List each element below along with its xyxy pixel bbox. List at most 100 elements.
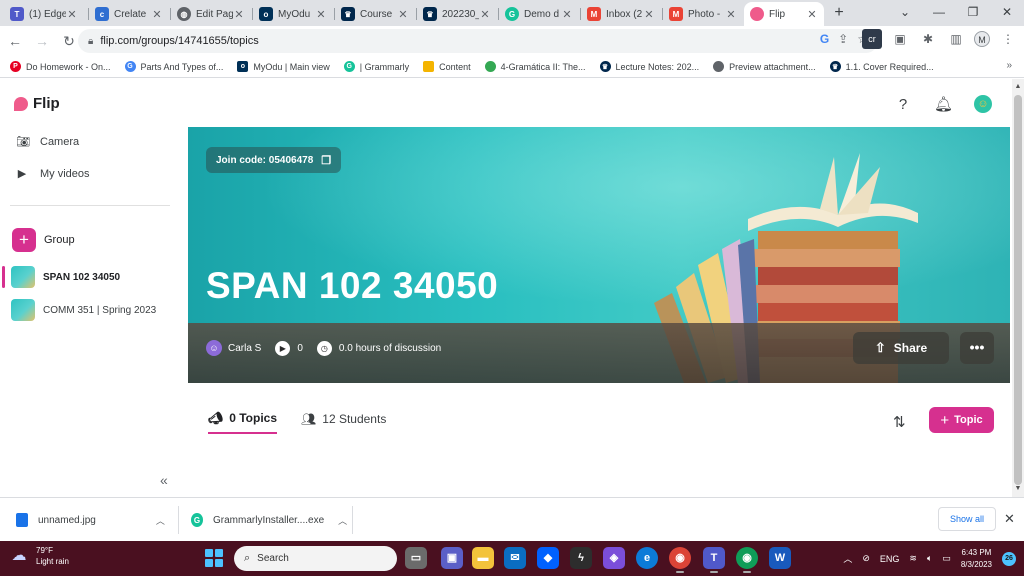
copy-icon[interactable]: ❐ bbox=[321, 154, 331, 167]
close-download-bar-icon[interactable]: ✕ bbox=[1004, 511, 1015, 527]
help-icon[interactable]: ? bbox=[894, 96, 912, 113]
browser-tab[interactable]: o MyOdu ✕ bbox=[253, 2, 333, 26]
clock[interactable]: 6:43 PM 8/3/2023 bbox=[961, 547, 992, 571]
forward-icon[interactable]: → bbox=[30, 29, 54, 53]
teams-chat-icon[interactable]: ▣ bbox=[441, 547, 463, 569]
sidebar-group-comm-351[interactable]: COMM 351 | Spring 2023 bbox=[0, 296, 180, 324]
restore-icon[interactable]: ❐ bbox=[956, 0, 990, 26]
bookmark-item[interactable]: 4-Gramática II: The... bbox=[484, 61, 586, 72]
google-lens-icon[interactable]: G bbox=[820, 32, 829, 46]
add-topic-button[interactable]: + Topic bbox=[929, 407, 994, 433]
windows-start-icon[interactable] bbox=[205, 549, 223, 567]
close-icon[interactable]: ✕ bbox=[233, 8, 245, 21]
sidebar-item-camera[interactable]: 📷︎ Camera bbox=[16, 136, 79, 148]
close-icon[interactable]: ✕ bbox=[479, 8, 491, 21]
mail-icon[interactable]: ✉ bbox=[504, 547, 526, 569]
sidebar-group-span-102[interactable]: SPAN 102 34050 bbox=[0, 263, 180, 291]
close-window-icon[interactable]: ✕ bbox=[990, 0, 1024, 26]
chrome-profile-icon[interactable]: ◉ bbox=[736, 547, 758, 573]
download-item[interactable]: unnamed.jpg ︿ bbox=[16, 507, 165, 533]
back-icon[interactable]: ← bbox=[3, 29, 27, 53]
language-indicator[interactable]: ENG bbox=[880, 554, 900, 564]
bookmark-item[interactable]: P Do Homework - On... bbox=[10, 61, 111, 72]
browser-tab[interactable]: ♛ 202230_ ✕ bbox=[417, 2, 497, 26]
puzzle-icon[interactable]: ✱ bbox=[918, 29, 938, 49]
close-icon[interactable]: ✕ bbox=[561, 8, 573, 21]
share-button[interactable]: ⇧ Share bbox=[853, 332, 949, 364]
bookmark-item[interactable]: G | Grammarly bbox=[343, 61, 409, 72]
bookmarks-overflow-icon[interactable]: » bbox=[1006, 60, 1012, 71]
browser-tab[interactable]: G Demo d ✕ bbox=[499, 2, 579, 26]
flip-logo[interactable]: Flip bbox=[14, 95, 60, 112]
user-avatar[interactable]: ☺ bbox=[974, 95, 992, 113]
extension-icon[interactable]: ▣ bbox=[890, 29, 910, 49]
tab-students[interactable]: 👥︎ 12 Students bbox=[301, 411, 386, 434]
tab-topics[interactable]: 📣︎ 0 Topics bbox=[208, 411, 278, 434]
browser-tab[interactable]: c Crelate ✕ bbox=[89, 2, 169, 26]
weather-widget[interactable]: ☁︎ 79°F Light rain bbox=[8, 545, 69, 567]
bookmark-item[interactable]: o MyOdu | Main view bbox=[237, 61, 330, 72]
dropbox-icon[interactable]: ◆ bbox=[537, 547, 559, 569]
close-icon[interactable]: ✕ bbox=[725, 8, 737, 21]
task-view-icon[interactable]: ▭ bbox=[405, 547, 427, 569]
page-scrollbar[interactable]: ▲ ▼ bbox=[1012, 79, 1024, 497]
network-error-icon[interactable]: ⊘ bbox=[862, 553, 870, 564]
file-explorer-icon[interactable]: ▬ bbox=[472, 547, 494, 569]
scrollbar-thumb[interactable] bbox=[1014, 95, 1022, 485]
copilot-icon[interactable]: ◈ bbox=[603, 547, 625, 569]
chrome-icon[interactable]: ◉ bbox=[669, 547, 691, 573]
close-icon[interactable]: ✕ bbox=[397, 8, 409, 21]
bookmark-item[interactable]: Content bbox=[423, 61, 471, 72]
join-code-text: Join code: 05406478 bbox=[216, 154, 314, 166]
browser-tab-active[interactable]: Flip ✕ bbox=[744, 2, 824, 26]
scroll-up-icon[interactable]: ▲ bbox=[1012, 81, 1024, 93]
bookmark-item[interactable]: ♛ Lecture Notes: 202... bbox=[599, 61, 699, 72]
new-tab-button[interactable]: + bbox=[830, 4, 848, 22]
scroll-down-icon[interactable]: ▼ bbox=[1012, 483, 1024, 495]
minimize-icon[interactable]: — bbox=[922, 0, 956, 26]
profile-avatar[interactable]: M bbox=[974, 31, 990, 47]
edge-icon[interactable]: e bbox=[636, 547, 658, 569]
close-icon[interactable]: ✕ bbox=[806, 8, 818, 21]
more-options-button[interactable]: ••• bbox=[960, 332, 994, 364]
menu-kebab-icon[interactable]: ⋮ bbox=[998, 29, 1018, 49]
browser-tab[interactable]: M Photo - ✕ bbox=[663, 2, 743, 26]
tab-search-icon[interactable]: ⌄ bbox=[888, 0, 922, 26]
close-icon[interactable]: ✕ bbox=[315, 8, 327, 21]
browser-tab[interactable]: M Inbox (2 ✕ bbox=[581, 2, 661, 26]
battery-icon[interactable]: ▭ bbox=[942, 553, 951, 564]
join-code-badge[interactable]: Join code: 05406478 ❐ bbox=[206, 147, 342, 173]
wifi-icon[interactable]: ≋ bbox=[909, 553, 917, 564]
notification-badge[interactable]: 26 bbox=[1002, 551, 1016, 566]
sidepanel-icon[interactable]: ▥ bbox=[946, 29, 966, 49]
crelate-extension-icon[interactable]: cr bbox=[862, 29, 882, 49]
show-all-downloads-button[interactable]: Show all bbox=[938, 507, 996, 531]
taskbar-search-input[interactable]: ⌕ Search bbox=[234, 546, 397, 571]
add-group-button[interactable]: + Group bbox=[12, 228, 75, 252]
lock-icon[interactable]: 🔒︎ bbox=[88, 36, 93, 47]
teams-icon[interactable]: T bbox=[703, 547, 725, 573]
close-icon[interactable]: ✕ bbox=[66, 8, 78, 21]
stylus-app-icon[interactable]: ϟ bbox=[570, 547, 592, 569]
chevron-up-icon[interactable]: ︿ bbox=[843, 552, 852, 565]
bell-icon[interactable]: 🔔︎ bbox=[934, 95, 953, 113]
browser-tab[interactable]: ♛ Course ✕ bbox=[335, 2, 415, 26]
bookmark-item[interactable]: Preview attachment... bbox=[713, 61, 816, 72]
close-icon[interactable]: ✕ bbox=[643, 8, 655, 21]
browser-tab[interactable]: ◍ Edit Pag ✕ bbox=[171, 2, 251, 26]
volume-icon[interactable]: 🔈︎ bbox=[927, 553, 932, 564]
bookmark-item[interactable]: ♛ 1.1. Cover Required... bbox=[829, 61, 934, 72]
download-item[interactable]: G GrammarlyInstaller....exe ︿ bbox=[191, 507, 347, 533]
chevron-up-icon[interactable]: ︿ bbox=[338, 514, 347, 527]
chevron-up-icon[interactable]: ︿ bbox=[156, 514, 165, 527]
bookmark-item[interactable]: G Parts And Types of... bbox=[124, 61, 223, 72]
address-bar[interactable]: 🔒︎ flip.com/groups/14741655/topics G ⇪ ☆ bbox=[78, 29, 878, 53]
browser-tab[interactable]: T (1) Edge ✕ bbox=[4, 2, 84, 26]
close-icon[interactable]: ✕ bbox=[151, 8, 163, 21]
word-icon[interactable]: W bbox=[769, 547, 791, 569]
tab-label: 0 Topics bbox=[229, 411, 278, 425]
sort-icon[interactable]: ⇅ bbox=[893, 413, 906, 431]
collapse-sidebar-icon[interactable]: « bbox=[160, 472, 168, 488]
sidebar-item-my-videos[interactable]: ▶︎ My videos bbox=[16, 168, 90, 180]
share-page-icon[interactable]: ⇪ bbox=[838, 32, 848, 46]
